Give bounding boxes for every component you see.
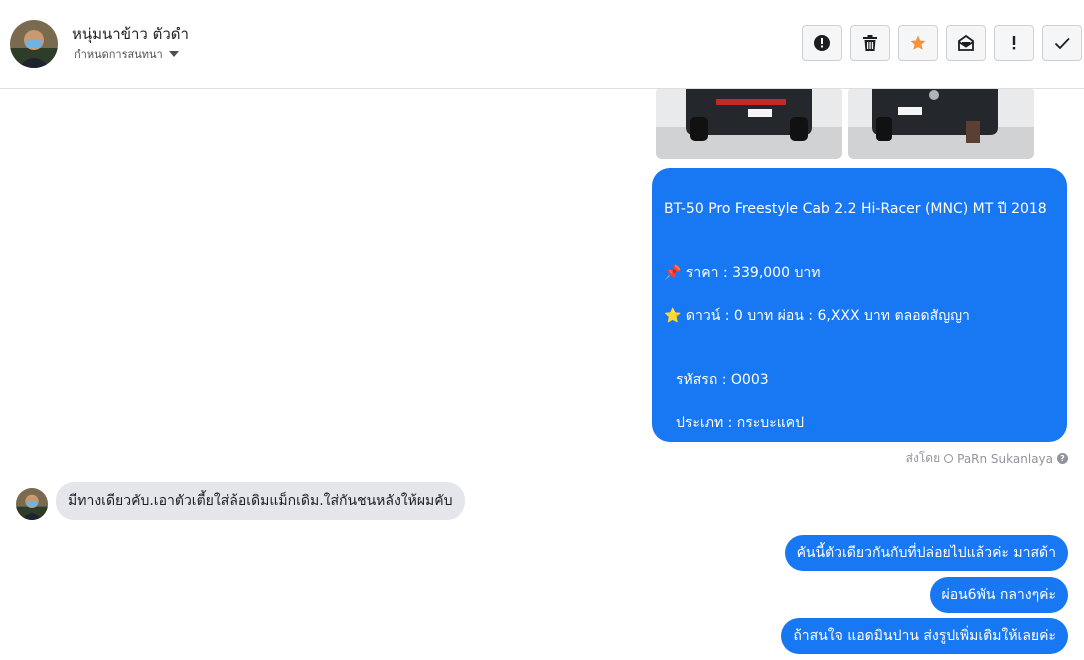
mark-done-button[interactable]	[1042, 25, 1082, 61]
incoming-message[interactable]: มีทางเดียวคับ.เอาตัวเตี้ยใส่ล้อเดิมแม็กเ…	[56, 482, 465, 520]
mark-unread-button[interactable]	[946, 25, 986, 61]
listing-message-bubble[interactable]: BT-50 Pro Freestyle Cab 2.2 Hi-Racer (MN…	[652, 168, 1067, 646]
verified-check-icon	[944, 454, 954, 463]
contact-name[interactable]: หนุ่มนาข้าว ตัวดำ	[72, 22, 189, 46]
follow-up-button[interactable]	[994, 25, 1034, 61]
message-thread[interactable]: BT-50 Pro Freestyle Cab 2.2 Hi-Racer (MN…	[0, 89, 1084, 660]
trash-icon	[863, 35, 877, 51]
listing-code: รหัสรถ : O003	[676, 371, 769, 388]
listing-type: ประเภท : กระบะแคป	[676, 414, 804, 431]
sent-by-name: PaRn Sukanlaya	[957, 451, 1053, 466]
outgoing-message[interactable]: ถ้าสนใจ แอดมินปาน ส่งรูปเพิ่มเติมให้เลยค…	[781, 618, 1068, 654]
listing-price: 📌 ราคา : 339,000 บาท	[664, 264, 821, 281]
outgoing-message[interactable]: ผ่อน6พัน กลางๆค่ะ	[929, 577, 1068, 613]
car-photo-rear-left[interactable]	[656, 89, 842, 159]
contact-avatar[interactable]	[10, 20, 58, 68]
conversation-toolbar	[802, 25, 1082, 61]
help-icon[interactable]: ?	[1057, 453, 1068, 464]
sent-by-label: ส่งโดย	[905, 451, 941, 465]
star-icon	[910, 35, 926, 50]
sender-avatar[interactable]	[16, 488, 48, 520]
assign-label: กำหนดการสนทนา	[74, 48, 163, 61]
delete-button[interactable]	[850, 25, 890, 61]
checkmark-icon	[1054, 37, 1070, 50]
star-button[interactable]	[898, 25, 938, 61]
alert-circle-icon	[814, 35, 830, 51]
car-photo-rear-right[interactable]	[848, 89, 1034, 159]
listing-year: ปี : 2018	[676, 500, 735, 517]
exclamation-icon	[1012, 36, 1016, 50]
conversation-header: หนุ่มนาข้าว ตัวดำ กำหนดการสนทนา	[0, 0, 1084, 89]
caret-down-icon	[168, 51, 179, 57]
assign-conversation-dropdown[interactable]: กำหนดการสนทนา	[74, 45, 179, 63]
mark-spam-button[interactable]	[802, 25, 842, 61]
mark-unread-icon	[958, 34, 974, 51]
sent-by-info: ส่งโดย PaRn Sukanlaya ?	[906, 449, 1068, 468]
listing-title: BT-50 Pro Freestyle Cab 2.2 Hi-Racer (MN…	[664, 200, 1047, 217]
listing-down-payment: ⭐ ดาวน์ : 0 บาท ผ่อน : 6,XXX บาท ตลอดสัญ…	[664, 307, 970, 324]
outgoing-message[interactable]: คันนี้ตัวเดียวกันกับที่ปล่อยไปแล้วค่ะ มา…	[784, 535, 1068, 571]
